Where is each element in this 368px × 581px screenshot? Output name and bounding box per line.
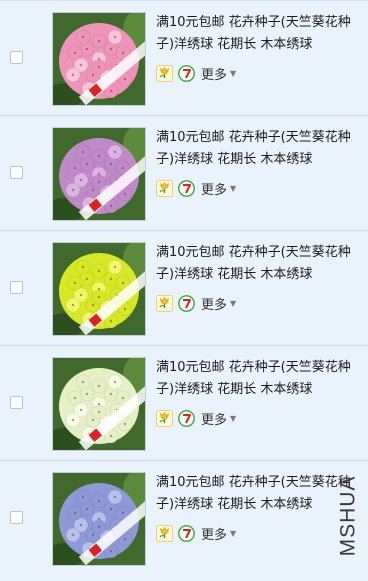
select-checkbox[interactable] xyxy=(10,51,23,64)
more-dropdown[interactable]: 更多 ▼ xyxy=(201,294,236,313)
badge-row: 更多 ▼ xyxy=(156,64,236,83)
more-dropdown[interactable]: 更多 ▼ xyxy=(201,64,236,83)
list-item: 满10元包邮 花卉种子(天竺葵花种子)洋绣球 花期长 木本绣球 更多 ▼ xyxy=(0,230,368,345)
badge-row: 更多 ▼ xyxy=(156,294,236,313)
seven-day-return-badge-icon xyxy=(178,409,195,427)
tulip-badge-icon xyxy=(156,409,173,427)
product-title[interactable]: 满10元包邮 花卉种子(天竺葵花种子)洋绣球 花期长 木本绣球 xyxy=(156,12,356,56)
tulip-badge-icon xyxy=(156,524,173,542)
chevron-down-icon: ▼ xyxy=(230,528,237,538)
select-checkbox[interactable] xyxy=(10,281,23,294)
product-title[interactable]: 满10元包邮 花卉种子(天竺葵花种子)洋绣球 花期长 木本绣球 xyxy=(156,242,356,286)
tulip-badge-icon xyxy=(156,294,173,312)
badge-row: 更多 ▼ xyxy=(156,409,236,428)
watermark-text: MSHUA xyxy=(336,475,359,557)
more-dropdown[interactable]: 更多 ▼ xyxy=(201,524,236,543)
badge-row: 更多 ▼ xyxy=(156,179,236,198)
product-thumbnail[interactable] xyxy=(52,242,146,336)
product-thumbnail[interactable] xyxy=(52,357,146,451)
tulip-badge-icon xyxy=(156,179,173,197)
more-dropdown[interactable]: 更多 ▼ xyxy=(201,409,236,428)
more-label: 更多 xyxy=(201,67,228,83)
product-title[interactable]: 满10元包邮 花卉种子(天竺葵花种子)洋绣球 花期长 木本绣球 xyxy=(156,472,356,516)
more-label: 更多 xyxy=(201,182,228,198)
tulip-badge-icon xyxy=(156,64,173,82)
select-checkbox[interactable] xyxy=(10,396,23,409)
seven-day-return-badge-icon xyxy=(178,179,195,197)
product-thumbnail[interactable] xyxy=(52,127,146,221)
list-item: 满10元包邮 花卉种子(天竺葵花种子)洋绣球 花期长 木本绣球 更多 ▼ xyxy=(0,115,368,230)
list-item: 满10元包邮 花卉种子(天竺葵花种子)洋绣球 花期长 木本绣球 更多 ▼ xyxy=(0,0,368,115)
seven-day-return-badge-icon xyxy=(178,294,195,312)
product-title[interactable]: 满10元包邮 花卉种子(天竺葵花种子)洋绣球 花期长 木本绣球 xyxy=(156,127,356,171)
more-label: 更多 xyxy=(201,412,228,428)
select-checkbox[interactable] xyxy=(10,511,23,524)
product-list: 满10元包邮 花卉种子(天竺葵花种子)洋绣球 花期长 木本绣球 更多 ▼ 满10元… xyxy=(0,0,368,575)
watermark: MSHUA xyxy=(333,466,363,566)
more-label: 更多 xyxy=(201,297,228,313)
chevron-down-icon: ▼ xyxy=(230,68,237,78)
list-item: 满10元包邮 花卉种子(天竺葵花种子)洋绣球 花期长 木本绣球 更多 ▼ xyxy=(0,460,368,575)
chevron-down-icon: ▼ xyxy=(230,298,237,308)
product-thumbnail[interactable] xyxy=(52,472,146,566)
seven-day-return-badge-icon xyxy=(178,64,195,82)
list-item: 满10元包邮 花卉种子(天竺葵花种子)洋绣球 花期长 木本绣球 更多 ▼ xyxy=(0,345,368,460)
product-thumbnail[interactable] xyxy=(52,12,146,106)
more-label: 更多 xyxy=(201,527,228,543)
more-dropdown[interactable]: 更多 ▼ xyxy=(201,179,236,198)
product-title[interactable]: 满10元包邮 花卉种子(天竺葵花种子)洋绣球 花期长 木本绣球 xyxy=(156,357,356,401)
select-checkbox[interactable] xyxy=(10,166,23,179)
chevron-down-icon: ▼ xyxy=(230,413,237,423)
seven-day-return-badge-icon xyxy=(178,524,195,542)
chevron-down-icon: ▼ xyxy=(230,183,237,193)
badge-row: 更多 ▼ xyxy=(156,524,236,543)
